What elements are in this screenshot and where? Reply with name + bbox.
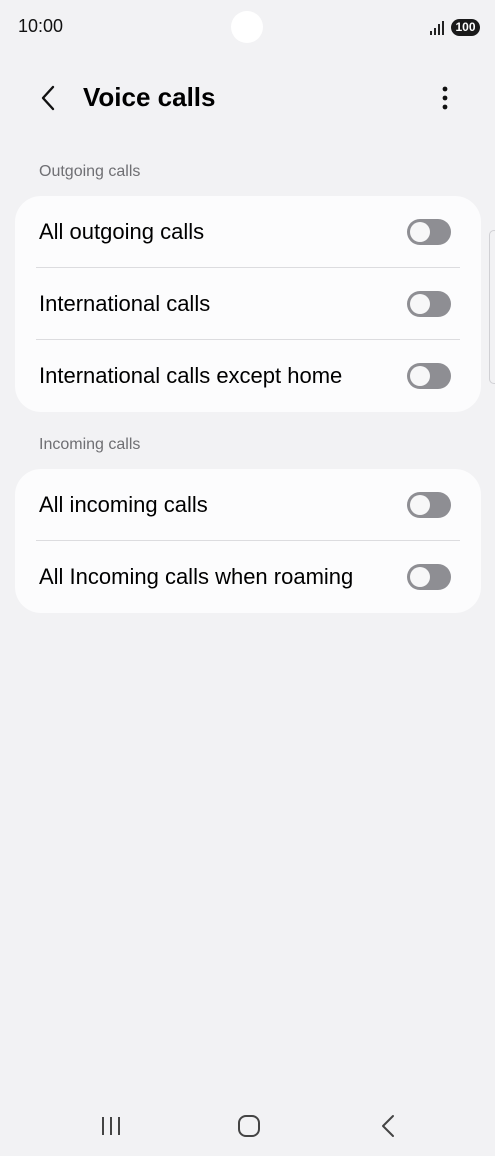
home-button[interactable] xyxy=(224,1106,274,1146)
setting-label: International calls except home xyxy=(39,363,343,388)
setting-label: International calls xyxy=(39,291,211,316)
recent-apps-icon xyxy=(102,1117,120,1135)
section-heading-outgoing: Outgoing calls xyxy=(39,163,141,180)
setting-row-incoming-roaming[interactable]: All Incoming calls when roaming xyxy=(15,541,481,613)
back-icon xyxy=(382,1115,394,1137)
toggle-switch[interactable] xyxy=(407,291,451,317)
camera-cutout xyxy=(231,11,263,43)
nav-back-button[interactable] xyxy=(363,1106,413,1146)
status-time: 10:00 xyxy=(18,16,64,36)
page-title: Voice calls xyxy=(83,82,216,112)
more-vertical-icon xyxy=(442,86,448,110)
toggle-switch[interactable] xyxy=(407,492,451,518)
setting-row-international-except-home[interactable]: International calls except home xyxy=(15,340,481,412)
app-header: Voice calls xyxy=(0,70,495,126)
toggle-switch[interactable] xyxy=(407,564,451,590)
toggle-knob xyxy=(410,222,430,242)
setting-label: All incoming calls xyxy=(39,492,208,517)
voice-calls-screen: 10:00 100 Voice calls Outgoing calls All… xyxy=(0,0,495,1156)
battery-badge: 100 xyxy=(451,19,480,36)
incoming-calls-card: All incoming calls All Incoming calls wh… xyxy=(15,469,481,613)
chevron-left-icon xyxy=(41,85,55,111)
back-button[interactable] xyxy=(28,78,68,118)
scroll-indicator[interactable] xyxy=(489,230,495,384)
setting-row-all-outgoing[interactable]: All outgoing calls xyxy=(15,196,481,268)
toggle-knob xyxy=(410,366,430,386)
toggle-switch[interactable] xyxy=(407,219,451,245)
setting-label: All Incoming calls when roaming xyxy=(39,564,354,589)
more-options-button[interactable] xyxy=(425,78,465,118)
navigation-bar xyxy=(0,1100,495,1156)
toggle-knob xyxy=(410,567,430,587)
outgoing-calls-card: All outgoing calls International calls I… xyxy=(15,196,481,412)
home-icon xyxy=(238,1115,260,1137)
setting-row-international[interactable]: International calls xyxy=(15,268,481,340)
section-heading-incoming: Incoming calls xyxy=(39,436,141,453)
setting-row-all-incoming[interactable]: All incoming calls xyxy=(15,469,481,541)
setting-label: All outgoing calls xyxy=(39,219,205,244)
signal-bars-icon xyxy=(430,21,444,35)
toggle-knob xyxy=(410,495,430,515)
recent-apps-button[interactable] xyxy=(86,1106,136,1146)
toggle-knob xyxy=(410,294,430,314)
status-bar: 10:00 100 xyxy=(0,0,495,56)
toggle-switch[interactable] xyxy=(407,363,451,389)
